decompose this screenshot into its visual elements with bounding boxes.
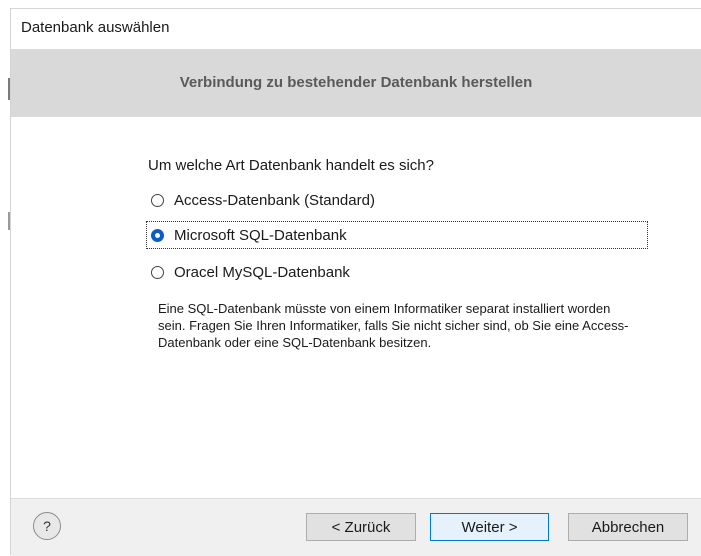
button-footer: ? < Zurück Weiter > Abbrechen xyxy=(11,498,701,556)
question-label: Um welche Art Datenbank handelt es sich? xyxy=(148,157,434,174)
header-band: Verbindung zu bestehender Datenbank hers… xyxy=(11,49,701,117)
back-button[interactable]: < Zurück xyxy=(306,513,416,541)
header-title: Verbindung zu bestehender Datenbank hers… xyxy=(179,74,533,91)
help-button[interactable]: ? xyxy=(33,512,61,540)
next-button[interactable]: Weiter > xyxy=(430,513,549,541)
title-bar[interactable]: Datenbank auswählen xyxy=(11,9,701,49)
cancel-button[interactable]: Abbrechen xyxy=(568,513,688,541)
radio-label: Microsoft SQL-Datenbank xyxy=(174,226,347,244)
window-title: Datenbank auswählen xyxy=(21,19,170,36)
radio-label: Oracel MySQL-Datenbank xyxy=(174,263,350,281)
description-text: Eine SQL-Datenbank müsste von einem Info… xyxy=(158,301,629,350)
radio-option-mysql[interactable]: Oracel MySQL-Datenbank xyxy=(147,259,350,285)
radio-button[interactable] xyxy=(151,265,164,279)
database-select-dialog: Datenbank auswählen Verbindung zu besteh… xyxy=(10,8,701,556)
radio-label: Access-Datenbank (Standard) xyxy=(174,191,375,209)
content-area: Um welche Art Datenbank handelt es sich?… xyxy=(11,117,701,498)
radio-option-access[interactable]: Access-Datenbank (Standard) xyxy=(147,187,375,213)
radio-button-selected[interactable] xyxy=(151,228,164,242)
radio-button[interactable] xyxy=(151,193,164,207)
radio-option-mssql[interactable]: Microsoft SQL-Datenbank xyxy=(146,221,648,249)
